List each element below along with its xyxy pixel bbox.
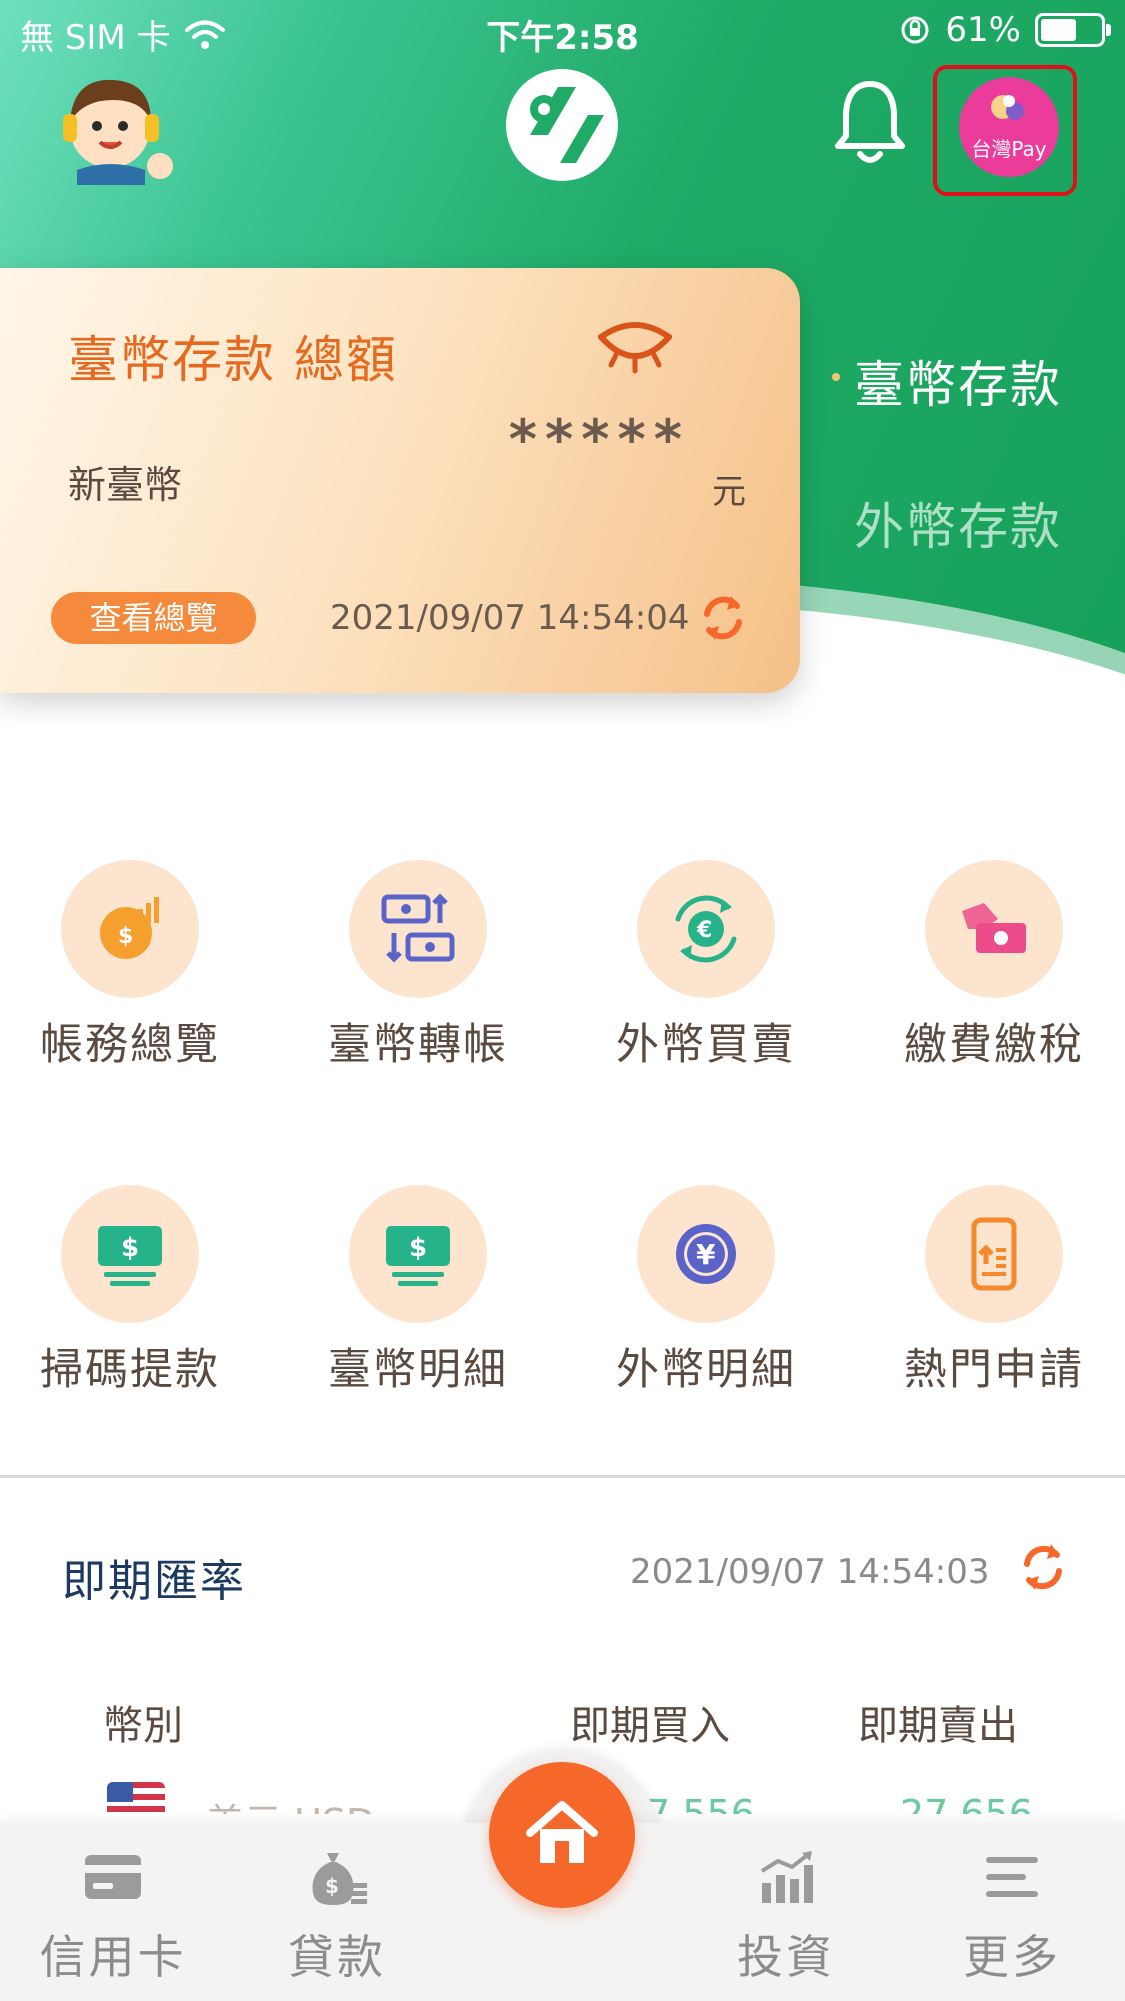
balance-card[interactable]: 臺幣存款 總額 ***** 新臺幣 元 查看總覽 2021/09/07 14:5… xyxy=(0,268,800,693)
balance-updated-time: 2021/09/07 14:54:04 xyxy=(330,598,690,638)
column-header-sell: 即期賣出 xyxy=(858,1703,1018,1749)
twd-statement-icon: $ xyxy=(386,1226,450,1286)
credit-card-icon xyxy=(85,1855,141,1899)
scan-withdraw-icon: $ xyxy=(98,1226,162,1286)
svg-text:$: $ xyxy=(325,1874,339,1898)
currency-label: 新臺幣 xyxy=(68,463,183,507)
tab-fx-deposit[interactable]: 外幣存款 xyxy=(854,487,1062,559)
feature-account-overview[interactable]: $ 帳務總覽 xyxy=(0,860,260,1072)
hide-balance-eye-icon[interactable] xyxy=(595,313,675,383)
battery-icon xyxy=(1035,13,1111,47)
menu-icon xyxy=(986,1857,1038,1897)
taiwan-pay-emblem-icon xyxy=(991,95,1024,120)
nav-credit-card[interactable]: 信用卡 xyxy=(13,1823,213,1987)
fx-exchange-icon: € xyxy=(675,895,737,963)
svg-text:€: € xyxy=(696,918,712,943)
masked-balance: ***** xyxy=(508,408,690,471)
bill-payment-icon xyxy=(962,903,1026,953)
nav-investment[interactable]: 投資 xyxy=(686,1823,886,1987)
unit-label: 元 xyxy=(712,472,746,512)
exchange-rate-updated-time: 2021/09/07 14:54:03 xyxy=(630,1552,990,1592)
twd-transfer-icon xyxy=(381,893,455,963)
svg-text:¥: ¥ xyxy=(696,1238,716,1271)
nav-loan[interactable]: $ 貸款 xyxy=(237,1823,437,1987)
feature-twd-transfer[interactable]: 臺幣轉帳 xyxy=(288,860,548,1072)
rotation-lock-icon xyxy=(901,16,929,44)
nav-more[interactable]: 更多 xyxy=(912,1823,1112,1987)
feature-twd-statement[interactable]: $ 臺幣明細 xyxy=(288,1185,548,1397)
feature-scan-withdraw[interactable]: $ 掃碼提款 xyxy=(0,1185,260,1397)
battery-percent: 61% xyxy=(945,10,1021,50)
popular-application-icon xyxy=(971,1217,1017,1291)
fx-statement-icon: ¥ xyxy=(676,1224,736,1284)
loan-money-bag-icon: $ xyxy=(312,1853,367,1905)
taiwan-pay-logo: 台灣Pay xyxy=(959,77,1059,177)
taiwan-pay-button[interactable]: 台灣Pay xyxy=(933,65,1077,196)
battery-fill xyxy=(1041,19,1076,41)
account-overview-icon: $ xyxy=(100,897,159,959)
status-bar: 無 SIM 卡 下午2:58 61% xyxy=(0,0,1125,60)
investment-chart-icon xyxy=(760,1851,813,1903)
card-title: 臺幣存款 總額 xyxy=(68,331,398,389)
view-overview-button[interactable]: 查看總覽 xyxy=(51,592,256,644)
section-divider xyxy=(0,1475,1125,1478)
bank-logo-icon xyxy=(506,69,618,181)
refresh-balance-icon[interactable] xyxy=(697,590,749,646)
feature-popular-application[interactable]: 熱門申請 xyxy=(864,1185,1124,1397)
feature-fx-exchange[interactable]: € 外幣買賣 xyxy=(576,860,836,1072)
exchange-rate-title: 即期匯率 xyxy=(62,1556,246,1607)
tab-twd-deposit[interactable]: 臺幣存款 xyxy=(830,345,1062,417)
svg-text:$: $ xyxy=(118,924,133,949)
us-flag-icon xyxy=(107,1782,165,1814)
feature-fx-statement[interactable]: ¥ 外幣明細 xyxy=(576,1185,836,1397)
taiwan-pay-label: 台灣Pay xyxy=(971,137,1047,161)
svg-text:$: $ xyxy=(121,1233,139,1263)
home-icon xyxy=(526,1801,598,1863)
home-button[interactable] xyxy=(489,1762,635,1908)
column-header-buy: 即期買入 xyxy=(570,1703,730,1749)
feature-bill-payment[interactable]: 繳費繳稅 xyxy=(864,860,1124,1072)
refresh-rate-icon[interactable] xyxy=(1017,1538,1069,1596)
notification-bell-icon[interactable] xyxy=(830,78,910,168)
column-header-currency: 幣別 xyxy=(103,1703,183,1749)
svg-text:$: $ xyxy=(409,1233,427,1263)
customer-service-avatar-icon[interactable] xyxy=(55,70,180,185)
